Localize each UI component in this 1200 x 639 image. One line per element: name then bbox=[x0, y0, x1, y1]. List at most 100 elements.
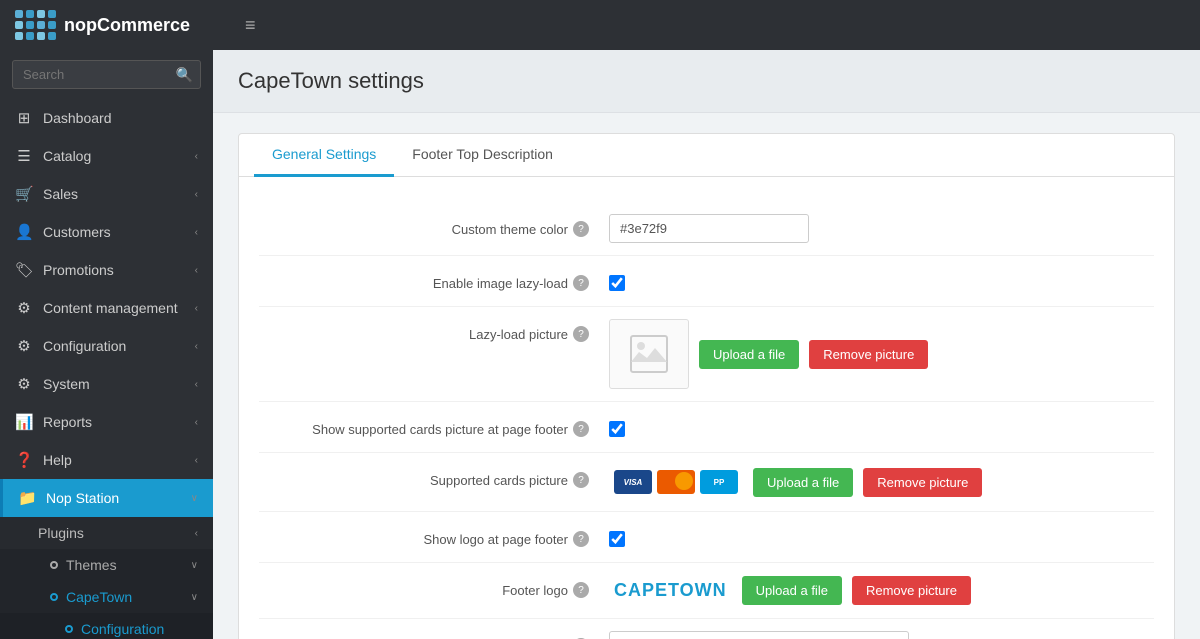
lazy-load-checkbox[interactable] bbox=[609, 275, 625, 291]
theme-color-help-icon[interactable]: ? bbox=[573, 221, 589, 237]
sidebar-item-dashboard[interactable]: ⊞ Dashboard bbox=[0, 99, 213, 137]
form-row-theme-color: Custom theme color ? bbox=[259, 202, 1154, 256]
lazy-load-label: Enable image lazy-load ? bbox=[259, 268, 609, 291]
search-icon: 🔍 bbox=[176, 66, 193, 83]
theme-color-input[interactable] bbox=[609, 214, 809, 243]
dashboard-icon: ⊞ bbox=[15, 109, 33, 127]
capetown-config-label: Configuration bbox=[81, 621, 164, 637]
sales-arrow: ‹ bbox=[195, 189, 198, 200]
themes-label: Themes bbox=[66, 557, 117, 573]
search-input[interactable] bbox=[12, 60, 201, 89]
lazy-load-picture-control: Upload a file Remove picture bbox=[609, 319, 1154, 389]
configuration-arrow: ‹ bbox=[195, 341, 198, 352]
cards-file-area: VISA PP Upload a file Remove picture bbox=[609, 465, 1154, 499]
show-logo-label: Show logo at page footer ? bbox=[259, 524, 609, 547]
capetown-sub: Configuration Documentation bbox=[0, 613, 213, 639]
sidebar-item-sales[interactable]: 🛒 Sales ‹ bbox=[0, 175, 213, 213]
content-icon: ⚙ bbox=[15, 299, 33, 317]
sidebar-label-configuration: Configuration bbox=[43, 338, 126, 354]
sales-icon: 🛒 bbox=[15, 185, 33, 203]
reports-arrow: ‹ bbox=[195, 417, 198, 428]
layout: 🔍 ⊞ Dashboard ☰ Catalog ‹ 🛒 Sales ‹ � bbox=[0, 50, 1200, 639]
promotions-arrow: ‹ bbox=[195, 265, 198, 276]
cards-upload-button[interactable]: Upload a file bbox=[753, 468, 853, 497]
lazy-load-help-icon[interactable]: ? bbox=[573, 275, 589, 291]
sidebar-item-customers[interactable]: 👤 Customers ‹ bbox=[0, 213, 213, 251]
help-arrow: ‹ bbox=[195, 455, 198, 466]
sidebar-label-catalog: Catalog bbox=[43, 148, 91, 164]
lazy-load-file-area: Upload a file Remove picture bbox=[609, 319, 1154, 389]
sidebar-label-sales: Sales bbox=[43, 186, 78, 202]
app-name: nopCommerce bbox=[64, 15, 190, 36]
footer-logo-help-icon[interactable]: ? bbox=[573, 582, 589, 598]
content-arrow: ‹ bbox=[195, 303, 198, 314]
cards-preview: VISA PP bbox=[609, 465, 743, 499]
footer-logo-remove-button[interactable]: Remove picture bbox=[852, 576, 971, 605]
configuration-icon: ⚙ bbox=[15, 337, 33, 355]
form-row-footer-logo: Footer logo ? CAPETOWN Upload a file Rem… bbox=[259, 563, 1154, 619]
tabs-container: General Settings Footer Top Description bbox=[239, 134, 1174, 177]
tab-general[interactable]: General Settings bbox=[254, 134, 394, 177]
show-logo-help-icon[interactable]: ? bbox=[573, 531, 589, 547]
lazy-load-picture-help-icon[interactable]: ? bbox=[573, 326, 589, 342]
cards-picture-control: VISA PP Upload a file Remove picture bbox=[609, 465, 1154, 499]
show-logo-control bbox=[609, 524, 1154, 550]
customers-arrow: ‹ bbox=[195, 227, 198, 238]
topbar: nopCommerce ≡ bbox=[0, 0, 1200, 50]
sidebar-sub-sub-capetown[interactable]: CapeTown ∨ bbox=[0, 581, 213, 613]
sidebar-label-promotions: Promotions bbox=[43, 262, 114, 278]
sidebar-sub-sub-themes[interactable]: Themes ∨ bbox=[0, 549, 213, 581]
lazy-load-picture-label: Lazy-load picture ? bbox=[259, 319, 609, 342]
theme-color-control bbox=[609, 214, 1154, 243]
theme-color-label: Custom theme color ? bbox=[259, 214, 609, 237]
config-dot-icon bbox=[65, 625, 73, 633]
sidebar-item-promotions[interactable]: 🏷 Promotions ‹ bbox=[0, 251, 213, 289]
form-row-cards-picture: Supported cards picture ? VISA bbox=[259, 453, 1154, 512]
customers-icon: 👤 bbox=[15, 223, 33, 241]
lazy-load-remove-button[interactable]: Remove picture bbox=[809, 340, 928, 369]
paypal-icon: PP bbox=[700, 470, 738, 494]
plugins-sub: Themes ∨ CapeTown ∨ Configuration Docu bbox=[0, 549, 213, 639]
system-icon: ⚙ bbox=[15, 375, 33, 393]
sidebar-sub-item-plugins[interactable]: Plugins ‹ bbox=[0, 517, 213, 549]
capetown-dot-icon bbox=[50, 593, 58, 601]
footer-email-label: Footer email ? bbox=[259, 631, 609, 639]
nop-station-sub: Plugins ‹ Themes ∨ CapeTown ∨ Co bbox=[0, 517, 213, 639]
lazy-load-preview-img bbox=[624, 329, 674, 379]
tab-footer[interactable]: Footer Top Description bbox=[394, 134, 571, 177]
show-logo-checkbox[interactable] bbox=[609, 531, 625, 547]
form-row-lazy-load-picture: Lazy-load picture ? bbox=[259, 307, 1154, 402]
help-icon: ❓ bbox=[15, 451, 33, 469]
show-cards-checkbox[interactable] bbox=[609, 421, 625, 437]
sidebar-item-catalog[interactable]: ☰ Catalog ‹ bbox=[0, 137, 213, 175]
footer-email-control bbox=[609, 631, 1154, 639]
show-cards-help-icon[interactable]: ? bbox=[573, 421, 589, 437]
cards-picture-help-icon[interactable]: ? bbox=[573, 472, 589, 488]
lazy-load-control bbox=[609, 268, 1154, 294]
page-title: CapeTown settings bbox=[238, 68, 1175, 94]
footer-email-input[interactable] bbox=[609, 631, 909, 639]
search-box: 🔍 bbox=[0, 50, 213, 99]
settings-form: Custom theme color ? Enable image lazy-l… bbox=[239, 177, 1174, 639]
footer-logo-label: Footer logo ? bbox=[259, 575, 609, 598]
sidebar-label-reports: Reports bbox=[43, 414, 92, 430]
footer-logo-upload-button[interactable]: Upload a file bbox=[742, 576, 842, 605]
sidebar-item-content[interactable]: ⚙ Content management ‹ bbox=[0, 289, 213, 327]
show-cards-label: Show supported cards picture at page foo… bbox=[259, 414, 609, 437]
sidebar-item-capetown-configuration[interactable]: Configuration bbox=[0, 613, 213, 639]
cards-remove-button[interactable]: Remove picture bbox=[863, 468, 982, 497]
sidebar-label-system: System bbox=[43, 376, 90, 392]
lazy-load-upload-button[interactable]: Upload a file bbox=[699, 340, 799, 369]
sidebar-label-help: Help bbox=[43, 452, 72, 468]
footer-logo-control: CAPETOWN Upload a file Remove picture bbox=[609, 575, 1154, 606]
app-logo: nopCommerce bbox=[15, 10, 225, 40]
sidebar-item-nop-station[interactable]: 📁 Nop Station ∨ bbox=[0, 479, 213, 517]
hamburger-icon[interactable]: ≡ bbox=[245, 15, 256, 36]
sidebar-item-configuration[interactable]: ⚙ Configuration ‹ bbox=[0, 327, 213, 365]
lazy-load-preview bbox=[609, 319, 689, 389]
mastercard-icon bbox=[657, 470, 695, 494]
sidebar-item-help[interactable]: ❓ Help ‹ bbox=[0, 441, 213, 479]
capetown-logo-preview: CAPETOWN bbox=[609, 575, 732, 606]
sidebar-item-system[interactable]: ⚙ System ‹ bbox=[0, 365, 213, 403]
sidebar-item-reports[interactable]: 📊 Reports ‹ bbox=[0, 403, 213, 441]
